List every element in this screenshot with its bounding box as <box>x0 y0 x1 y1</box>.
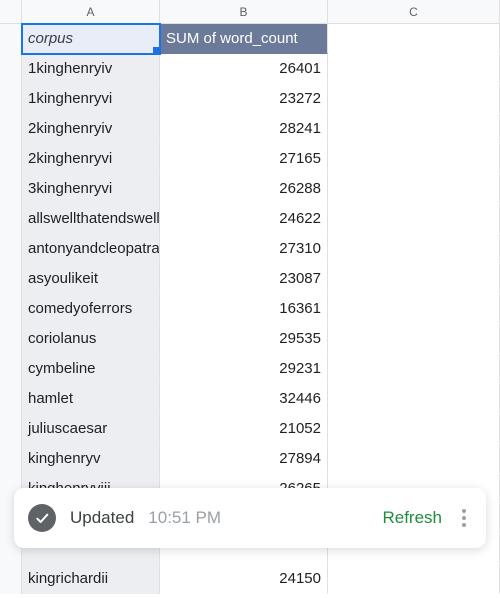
cell-value[interactable]: 32446 <box>160 384 328 414</box>
cell-empty[interactable] <box>328 114 500 144</box>
cell-value[interactable]: 24622 <box>160 204 328 234</box>
corner-cell[interactable] <box>0 0 22 24</box>
cell-value[interactable]: 24150 <box>160 564 328 594</box>
cell-corpus[interactable]: 2kinghenryvi <box>22 144 160 174</box>
cell-empty[interactable] <box>328 54 500 84</box>
cell-empty[interactable] <box>328 324 500 354</box>
cell-empty[interactable] <box>328 294 500 324</box>
cell-corpus[interactable]: juliuscaesar <box>22 414 160 444</box>
col-header-b[interactable]: B <box>160 0 328 24</box>
cell-empty[interactable] <box>328 234 500 264</box>
more-options-icon[interactable] <box>456 503 472 533</box>
row-gutter[interactable] <box>0 264 22 294</box>
cell-corpus[interactable]: cymbeline <box>22 354 160 384</box>
cell-empty[interactable] <box>328 384 500 414</box>
cell-corpus[interactable]: 3kinghenryvi <box>22 174 160 204</box>
check-icon <box>28 504 56 532</box>
cell-value[interactable]: 27165 <box>160 144 328 174</box>
row-gutter[interactable] <box>0 174 22 204</box>
row-gutter[interactable] <box>0 414 22 444</box>
cell-empty[interactable] <box>328 144 500 174</box>
cell-corpus[interactable]: comedyoferrors <box>22 294 160 324</box>
row-gutter[interactable] <box>0 234 22 264</box>
connected-sheet-snackbar: Updated 10:51 PM Refresh <box>14 488 486 548</box>
cell-corpus[interactable]: 1kinghenryiv <box>22 54 160 84</box>
cell-value[interactable]: 26288 <box>160 174 328 204</box>
row-gutter[interactable] <box>0 354 22 384</box>
cell-value[interactable]: 26401 <box>160 54 328 84</box>
cell-value[interactable]: 27894 <box>160 444 328 474</box>
cell-value[interactable]: 23272 <box>160 84 328 114</box>
cell-empty[interactable] <box>328 414 500 444</box>
cell-empty[interactable] <box>328 174 500 204</box>
cell-corpus[interactable]: 1kinghenryvi <box>22 84 160 114</box>
row-gutter[interactable] <box>0 24 22 54</box>
snackbar-time: 10:51 PM <box>148 508 221 528</box>
cell-b1-pivot-header[interactable]: SUM of word_count <box>160 24 328 54</box>
cell-corpus[interactable]: hamlet <box>22 384 160 414</box>
cell-corpus[interactable]: kingrichardii <box>22 564 160 594</box>
row-gutter[interactable] <box>0 204 22 234</box>
refresh-button[interactable]: Refresh <box>382 508 442 528</box>
cell-value[interactable]: 21052 <box>160 414 328 444</box>
row-gutter[interactable] <box>0 324 22 354</box>
snackbar-status: Updated <box>70 508 134 528</box>
cell-corpus[interactable]: 2kinghenryiv <box>22 114 160 144</box>
cell-corpus[interactable]: asyoulikeit <box>22 264 160 294</box>
col-header-a[interactable]: A <box>22 0 160 24</box>
cell-value[interactable]: 29535 <box>160 324 328 354</box>
cell-corpus[interactable]: coriolanus <box>22 324 160 354</box>
cell-corpus[interactable]: kinghenryv <box>22 444 160 474</box>
cell-value[interactable]: 28241 <box>160 114 328 144</box>
cell-empty[interactable] <box>328 84 500 114</box>
cell-corpus[interactable]: allswellthatendswell <box>22 204 160 234</box>
cell-value[interactable]: 16361 <box>160 294 328 324</box>
cell-empty[interactable] <box>328 564 500 594</box>
row-gutter[interactable] <box>0 114 22 144</box>
row-gutter[interactable] <box>0 84 22 114</box>
row-gutter[interactable] <box>0 144 22 174</box>
cell-value[interactable]: 29231 <box>160 354 328 384</box>
cell-empty[interactable] <box>328 354 500 384</box>
row-gutter[interactable] <box>0 384 22 414</box>
cell-value[interactable]: 27310 <box>160 234 328 264</box>
cell-value[interactable]: 23087 <box>160 264 328 294</box>
cell-empty[interactable] <box>328 264 500 294</box>
col-header-c[interactable]: C <box>328 0 500 24</box>
cell-empty[interactable] <box>328 444 500 474</box>
cell-c1[interactable] <box>328 24 500 54</box>
row-gutter[interactable] <box>0 294 22 324</box>
row-gutter[interactable] <box>0 54 22 84</box>
cell-corpus[interactable]: antonyandcleopatra <box>22 234 160 264</box>
row-gutter[interactable] <box>0 444 22 474</box>
row-gutter[interactable] <box>0 564 22 594</box>
cell-empty[interactable] <box>328 204 500 234</box>
cell-a1-active[interactable]: corpus <box>22 24 160 54</box>
